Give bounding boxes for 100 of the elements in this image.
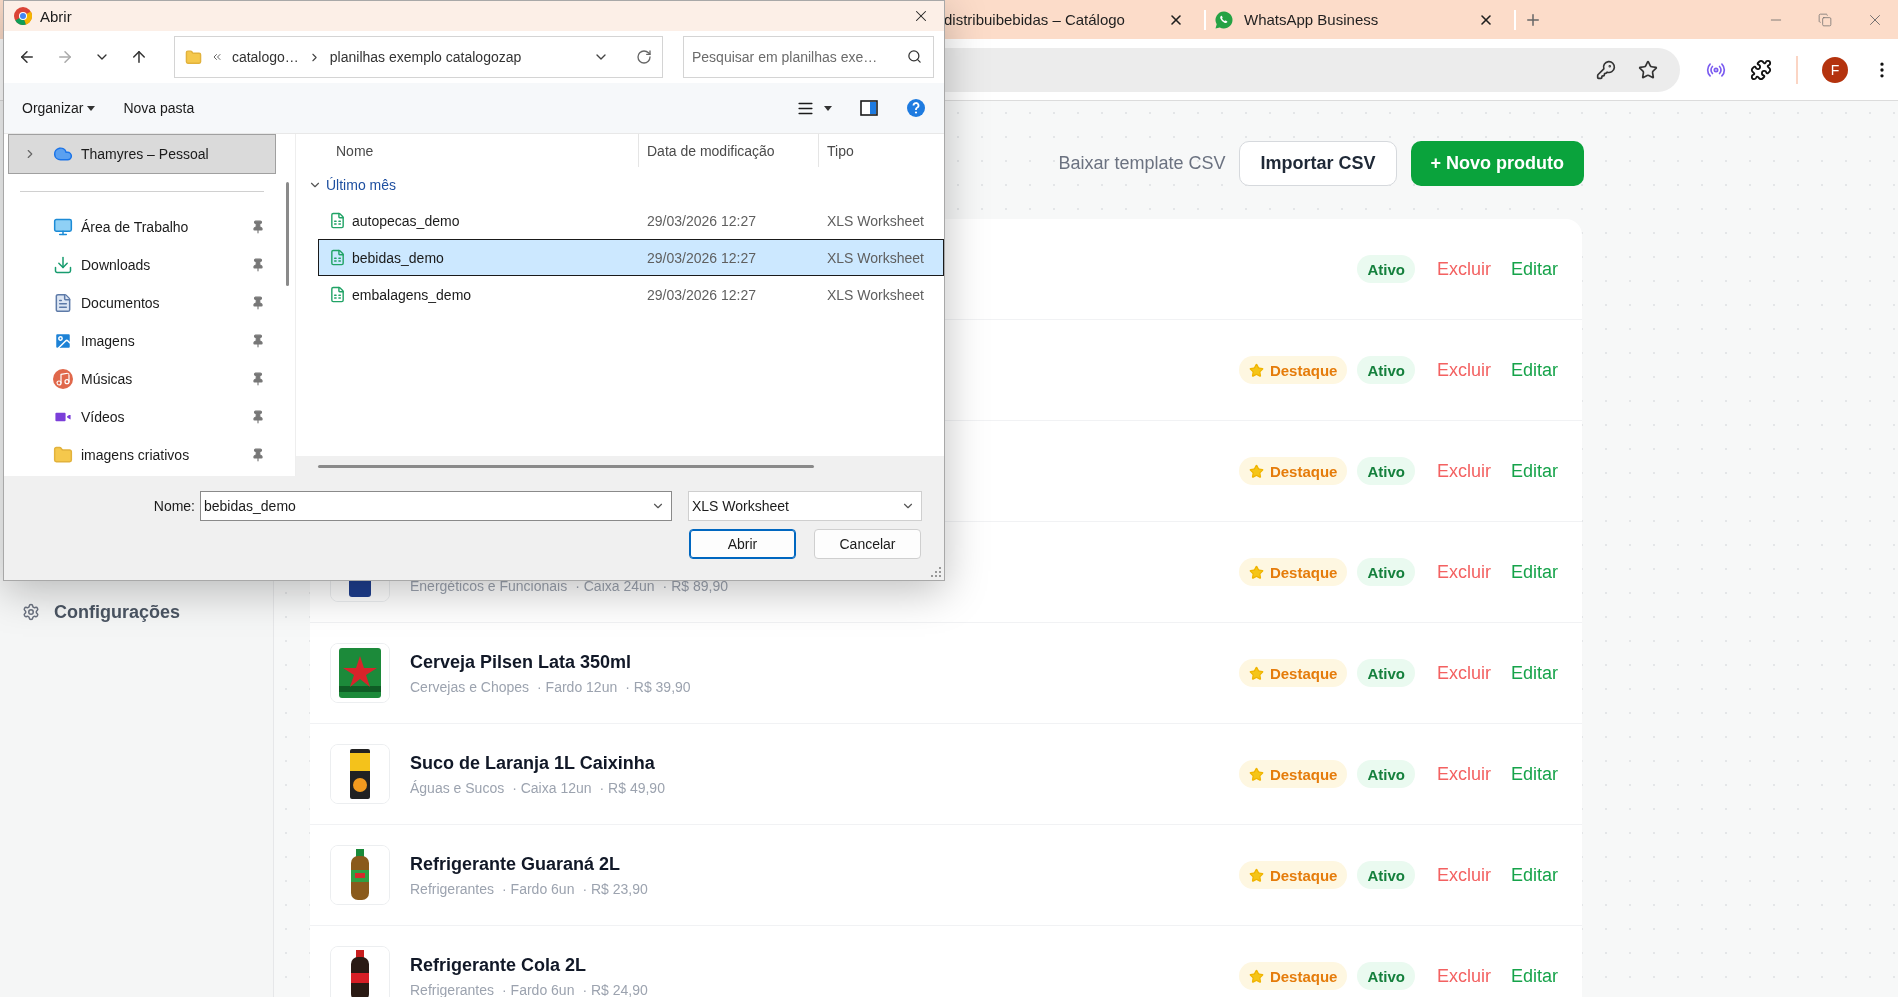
nav-item[interactable]: imagens criativos	[8, 436, 276, 474]
product-detail: · R$ 89,90	[662, 578, 728, 594]
music-icon	[53, 369, 73, 389]
product-name: Suco de Laranja 1L Caixinha	[410, 752, 656, 774]
product-detail: · Caixa 12un	[512, 779, 592, 796]
star-icon	[1248, 665, 1264, 681]
puzzle-icon[interactable]	[1750, 58, 1772, 81]
folder-icon	[184, 48, 202, 66]
product-detail: Refrigerantes	[410, 981, 495, 997]
settings-icon	[22, 603, 40, 621]
scrollbar[interactable]	[296, 456, 944, 476]
path-bar[interactable]: catalogo… planilhas exemplo catalogozap	[173, 36, 663, 78]
scrollbar[interactable]	[286, 182, 289, 286]
dialog-title: Abrir	[40, 7, 72, 25]
product-detail: · Caixa 24un	[575, 578, 655, 594]
nav-item[interactable]: Área de Trabalho	[8, 208, 276, 246]
star-icon[interactable]	[1638, 59, 1658, 80]
preview-pane-icon[interactable]	[860, 100, 878, 116]
search-field[interactable]: Pesquisar em planilhas exe…	[683, 36, 934, 78]
help-icon[interactable]	[906, 98, 926, 118]
cancel-button[interactable]: Cancelar	[814, 529, 921, 559]
column-header[interactable]: Nome	[296, 134, 638, 167]
toolbar-button[interactable]: Nova pasta	[123, 100, 195, 116]
spreadsheet-icon	[329, 249, 346, 266]
featured-badge: Destaque	[1238, 659, 1348, 687]
profile-avatar[interactable]: F	[1822, 56, 1848, 83]
nav-item[interactable]: Documentos	[8, 284, 276, 322]
refresh-icon[interactable]	[636, 49, 652, 65]
featured-badge: Destaque	[1238, 760, 1348, 788]
document-icon	[53, 293, 73, 313]
status-badge: Ativo	[1357, 356, 1415, 384]
name-label: Nome:	[152, 497, 196, 516]
product-name: Cerveja Pilsen Lata 350ml	[410, 651, 633, 673]
star-icon	[1248, 362, 1264, 378]
product-detail: · Fardo 6un	[502, 981, 575, 997]
nav-item[interactable]: Vídeos	[8, 398, 276, 436]
spreadsheet-icon	[329, 286, 346, 303]
template-link[interactable]: Baixar template CSV	[1058, 141, 1226, 186]
import-button[interactable]: Importar CSV	[1239, 141, 1397, 186]
chat-bubble-icon	[1214, 9, 1234, 30]
sidebar-item[interactable]: Configurações	[54, 601, 181, 623]
nav-item[interactable]: Thamyres – Pessoal	[8, 134, 276, 174]
status-badge: Ativo	[1357, 861, 1415, 889]
star-icon	[1248, 867, 1264, 883]
product-name: Refrigerante Guaraná 2L	[410, 853, 622, 875]
product-detail: · Fardo 6un	[502, 880, 575, 897]
star-icon	[1248, 766, 1264, 782]
nav-item[interactable]: Músicas	[8, 360, 276, 398]
featured-badge: Destaque	[1238, 558, 1348, 586]
file-row[interactable]: autopecas_demo 29/03/2026 12:27 XLS Worksheet	[318, 202, 944, 239]
back-icon[interactable]	[18, 48, 36, 66]
column-header[interactable]: Tipo	[818, 134, 944, 167]
nav-item[interactable]: Downloads	[8, 246, 276, 284]
breadcrumb-item[interactable]: catalogo…	[231, 49, 299, 65]
group-header[interactable]: Último mês	[326, 176, 396, 193]
file-name-field[interactable]: bebidas_demo	[200, 491, 672, 521]
featured-badge: Destaque	[1238, 457, 1348, 485]
resize-grip-icon[interactable]	[931, 567, 941, 577]
spreadsheet-icon	[329, 212, 346, 229]
product-detail: Cervejas e Chopes	[410, 678, 530, 695]
desktop-icon	[53, 217, 73, 237]
product-detail: · Fardo 12un	[537, 678, 618, 695]
product-name: Refrigerante Cola 2L	[410, 954, 588, 976]
column-header[interactable]: Data de modificação	[638, 134, 818, 167]
search-icon	[907, 49, 922, 64]
tab-title[interactable]: WhatsApp Business	[1244, 11, 1468, 28]
image-icon	[53, 331, 73, 351]
download-icon	[53, 255, 73, 275]
product-detail: · R$ 49,90	[599, 779, 665, 796]
breadcrumb-item[interactable]: planilhas exemplo catalogozap	[329, 49, 522, 65]
caret-icon[interactable]	[824, 105, 832, 111]
file-row[interactable]: embalagens_demo 29/03/2026 12:27 XLS Worksheet	[318, 276, 944, 313]
featured-badge: Destaque	[1238, 861, 1348, 889]
product-detail: Refrigerantes	[410, 880, 495, 897]
featured-badge: Destaque	[1238, 356, 1348, 384]
file-type-dropdown[interactable]: XLS Worksheet	[688, 491, 922, 521]
browser-logo-icon	[14, 7, 32, 25]
star-icon	[1248, 463, 1264, 479]
toolbar-button[interactable]: Organizar	[22, 100, 96, 116]
featured-badge: Destaque	[1238, 962, 1348, 990]
product-detail: Águas e Sucos	[410, 779, 505, 796]
key-icon[interactable]	[1596, 59, 1616, 80]
star-icon	[1248, 968, 1264, 984]
star-icon	[1248, 564, 1264, 580]
file-row[interactable]: bebidas_demo 29/03/2026 12:27 XLS Worksheet	[318, 239, 944, 276]
status-badge: Ativo	[1357, 659, 1415, 687]
cloud-icon	[53, 144, 73, 164]
status-badge: Ativo	[1357, 457, 1415, 485]
product-detail: Energéticos e Funcionais	[410, 578, 568, 594]
product-detail: · R$ 24,90	[582, 981, 648, 997]
product-detail: · R$ 23,90	[582, 880, 648, 897]
status-badge: Ativo	[1357, 962, 1415, 990]
status-badge: Ativo	[1357, 255, 1415, 283]
folder-icon	[53, 445, 73, 465]
tab-title[interactable]: distribuibebidas – Catálogo	[944, 11, 1158, 28]
product-detail: · R$ 39,90	[625, 678, 691, 695]
open-button[interactable]: Abrir	[689, 529, 796, 559]
nav-item[interactable]: Imagens	[8, 322, 276, 360]
status-badge: Ativo	[1357, 760, 1415, 788]
status-badge: Ativo	[1357, 558, 1415, 586]
